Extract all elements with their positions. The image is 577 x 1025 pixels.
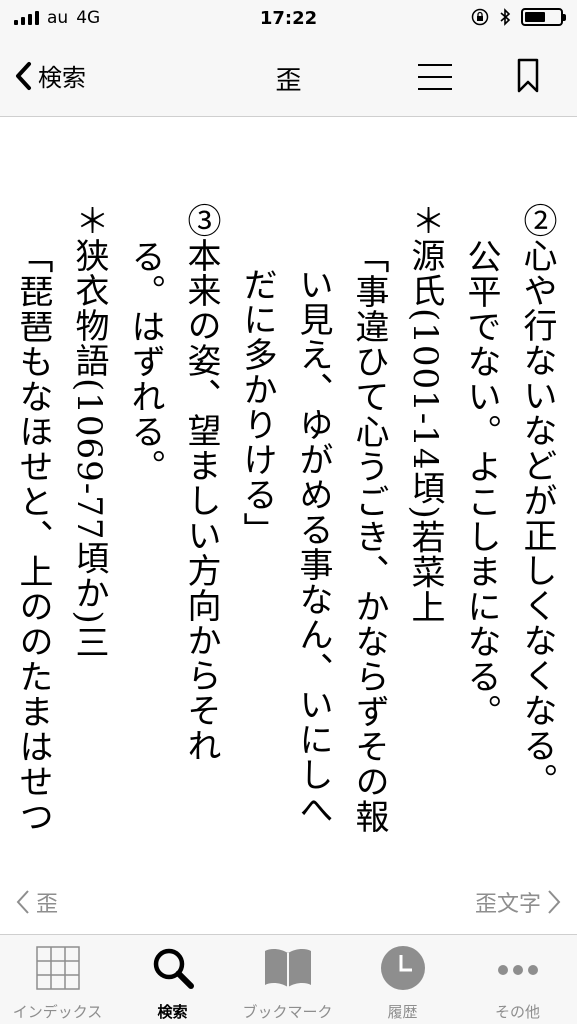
menu-icon[interactable] (418, 64, 452, 90)
grid-icon (35, 946, 80, 990)
entry-line: 「事違ひて心うごき、かならずその報 (349, 239, 389, 834)
status-right (471, 8, 566, 26)
entry-line: だに多かりける」 (237, 267, 277, 547)
book-icon (264, 948, 311, 987)
entry-line: る。はずれる。 (125, 239, 165, 484)
chevron-left-icon (16, 890, 29, 914)
tab-label: 検索 (157, 1003, 188, 1021)
search-icon (153, 948, 194, 989)
bluetooth-icon (500, 8, 511, 26)
previous-entry-button[interactable]: 歪 (16, 886, 58, 918)
navigation-bar: 検索 歪 (0, 38, 577, 117)
entry-line: ③本来の姿、望ましい方向からそれ (181, 203, 221, 763)
tab-label: ブックマーク (242, 1003, 333, 1021)
tab-label: インデックス (12, 1003, 103, 1021)
tab-more[interactable]: その他 (460, 935, 575, 1025)
status-bar: au 4G 17:22 (0, 0, 577, 38)
tab-label: 履歴 (387, 1003, 418, 1021)
more-icon (497, 965, 538, 975)
entry-line: ＊源氏(1001‐14頃)若菜上 (405, 203, 445, 625)
entry-line: い見え、ゆがめる事なん、いにしへ (293, 267, 333, 827)
tab-index[interactable]: インデックス (0, 935, 115, 1025)
orientation-lock-icon (471, 8, 489, 26)
previous-entry-label: 歪 (36, 892, 59, 917)
battery-level (525, 12, 545, 22)
tab-bar: インデックス 検索 ブックマーク 履歴 その他 (0, 934, 577, 1024)
entry-pager: 歪 歪文字 (0, 872, 577, 932)
clock-icon (380, 946, 425, 990)
tab-bookmark[interactable]: ブックマーク (230, 935, 345, 1025)
bookmark-icon[interactable] (516, 58, 540, 94)
page-title: 歪 (275, 66, 302, 96)
next-entry-button[interactable]: 歪文字 (475, 886, 561, 918)
entry-content: ②心や行ないなどが正しくなくなる。 公平でない。よこしまになる。 ＊源氏(100… (0, 117, 577, 862)
battery-icon (521, 8, 566, 26)
tab-history[interactable]: 履歴 (345, 935, 460, 1025)
entry-line: ＊狭衣物語(1069‐77頃か)三 (69, 203, 109, 660)
next-entry-label: 歪文字 (474, 892, 541, 917)
entry-line: 公平でない。よこしまになる。 (461, 239, 501, 729)
tab-label: その他 (494, 1003, 540, 1021)
chevron-right-icon (548, 890, 561, 914)
tab-search[interactable]: 検索 (115, 935, 230, 1025)
entry-line: 「琵琶もなほせと、上ののたまはせつ (13, 239, 53, 834)
entry-line: ②心や行ないなどが正しくなくなる。 (517, 203, 557, 798)
entry-text: ②心や行ないなどが正しくなくなる。 公平でない。よこしまになる。 ＊源氏(100… (5, 203, 565, 862)
